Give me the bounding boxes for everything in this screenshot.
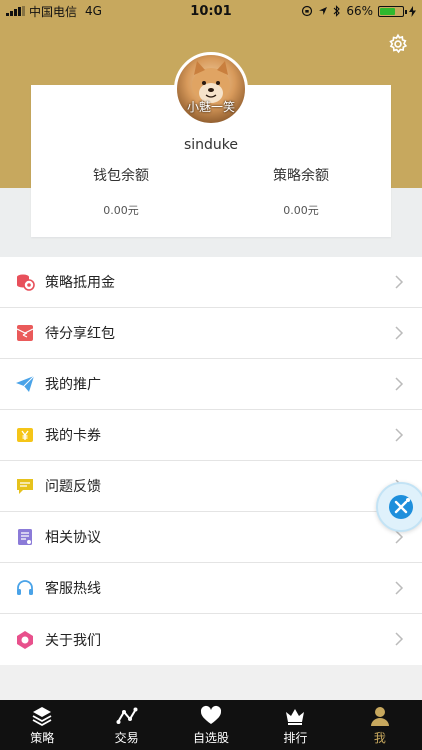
carrier-name: 中国电信	[29, 4, 78, 19]
about-icon	[14, 629, 36, 651]
floating-assistant-button[interactable]	[376, 482, 422, 532]
rotation-lock-icon	[302, 5, 313, 17]
headset-icon	[14, 577, 36, 599]
tab-label: 交易	[114, 730, 139, 745]
strategy-balance[interactable]: 策略余额 0.00元	[211, 165, 391, 218]
crown-icon	[286, 708, 305, 725]
wallet-balance-label: 钱包余额	[93, 168, 149, 184]
tab-me[interactable]: 我	[338, 700, 422, 750]
menu-item-strategy-voucher[interactable]: 策略抵用金	[0, 257, 422, 308]
menu-item-label: 问题反馈	[45, 479, 101, 495]
username: sinduke	[183, 137, 239, 153]
wallet-balance-value: 0.00元	[103, 204, 139, 217]
tab-label: 排行	[283, 730, 308, 745]
red-envelope-icon	[14, 322, 36, 344]
signal-icon	[6, 6, 25, 16]
menu-item-agreements[interactable]: 相关协议	[0, 512, 422, 563]
avatar-caption: 小魅一笑	[186, 100, 235, 114]
close-x-icon	[389, 495, 413, 519]
tab-label: 自选股	[193, 730, 230, 745]
menu-item-label: 关于我们	[45, 632, 101, 649]
menu-item-feedback[interactable]: 问题反馈	[0, 461, 422, 512]
menu-list: 策略抵用金 待分享红包 我的推广 我的卡券 问题反馈 相关协议 客服热线 关于我…	[0, 257, 422, 665]
menu-item-coupons[interactable]: 我的卡券	[0, 410, 422, 461]
strategy-balance-value: 0.00元	[283, 204, 319, 217]
tab-ranking[interactable]: 排行	[253, 700, 337, 750]
gear-icon	[389, 33, 408, 54]
chevron-right-icon	[395, 428, 404, 442]
document-icon	[14, 526, 36, 548]
menu-item-label: 策略抵用金	[45, 275, 115, 291]
paper-plane-icon	[14, 373, 36, 395]
avatar[interactable]: 小魅一笑	[174, 52, 248, 126]
location-icon	[319, 7, 328, 15]
menu-item-label: 客服热线	[45, 581, 101, 597]
chevron-right-icon	[395, 632, 404, 646]
trend-icon	[116, 707, 138, 724]
menu-item-red-envelope[interactable]: 待分享红包	[0, 308, 422, 359]
layers-icon	[32, 706, 52, 726]
person-icon	[370, 706, 389, 726]
coins-icon	[14, 271, 36, 293]
menu-item-label: 我的推广	[45, 377, 101, 393]
heart-icon	[200, 705, 222, 724]
chevron-right-icon	[395, 377, 404, 391]
feedback-icon	[14, 475, 36, 497]
network-type: 4G	[85, 4, 102, 18]
bluetooth-icon	[333, 5, 341, 17]
menu-item-label: 我的卡券	[45, 428, 101, 444]
chevron-right-icon	[395, 326, 404, 340]
status-bar: 中国电信 4G 10:01 66%	[0, 0, 422, 22]
charging-icon	[409, 5, 416, 17]
tab-label: 策略	[30, 730, 55, 745]
menu-item-label: 相关协议	[45, 530, 101, 546]
strategy-balance-label: 策略余额	[273, 168, 329, 184]
menu-item-hotline[interactable]: 客服热线	[0, 563, 422, 614]
battery-percent: 66%	[346, 4, 373, 18]
settings-button[interactable]	[386, 32, 410, 56]
menu-item-promotion[interactable]: 我的推广	[0, 359, 422, 410]
chevron-right-icon	[395, 581, 404, 595]
chevron-right-icon	[395, 530, 404, 544]
menu-item-about[interactable]: 关于我们	[0, 614, 422, 665]
bottom-tab-bar: 策略 交易 自选股 排行 我	[0, 700, 422, 750]
menu-item-label: 待分享红包	[45, 326, 115, 342]
tab-trade[interactable]: 交易	[84, 700, 168, 750]
tab-strategy[interactable]: 策略	[0, 700, 84, 750]
wallet-balance[interactable]: 钱包余额 0.00元	[31, 165, 211, 218]
coupon-icon	[14, 424, 36, 446]
tab-label: 我	[373, 730, 386, 745]
battery-icon	[378, 5, 407, 17]
chevron-right-icon	[395, 275, 404, 289]
tab-watchlist[interactable]: 自选股	[169, 700, 253, 750]
